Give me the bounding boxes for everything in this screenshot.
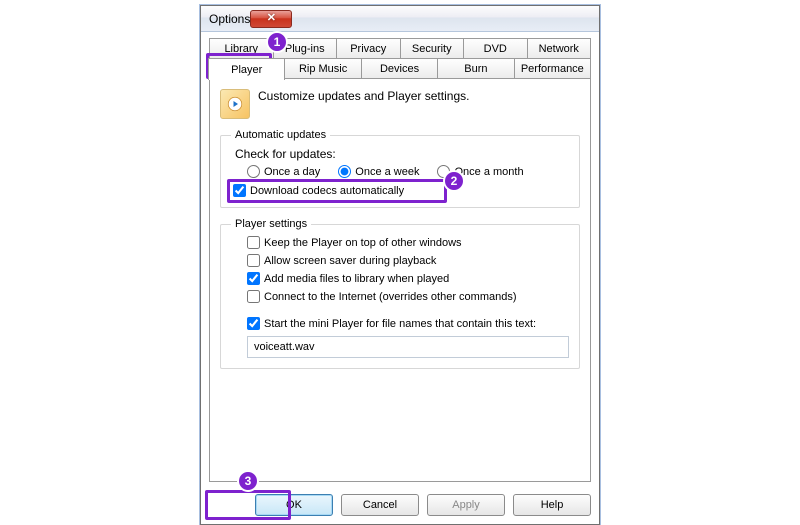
ok-button[interactable]: OK <box>255 494 333 516</box>
checkbox-download-codecs[interactable]: Download codecs automatically <box>233 184 569 197</box>
help-button[interactable]: Help <box>513 494 591 516</box>
tab-rip-music[interactable]: Rip Music <box>284 58 361 78</box>
media-player-icon <box>220 89 250 119</box>
titlebar[interactable]: Options ✕ <box>201 6 599 32</box>
automatic-updates-group: Automatic updates Check for updates: Onc… <box>220 129 580 208</box>
checkbox-connect-internet[interactable]: Connect to the Internet (overrides other… <box>247 290 569 303</box>
player-settings-group: Player settings Keep the Player on top o… <box>220 218 580 369</box>
tab-network[interactable]: Network <box>527 38 592 58</box>
checkbox-keep-on-top[interactable]: Keep the Player on top of other windows <box>247 236 569 249</box>
dialog-content: Library Plug-ins Privacy Security DVD Ne… <box>201 32 599 524</box>
tab-privacy[interactable]: Privacy <box>336 38 401 58</box>
automatic-updates-legend: Automatic updates <box>231 129 330 141</box>
tab-burn[interactable]: Burn <box>437 58 514 78</box>
tabs-row-bottom: Player Rip Music Devices Burn Performanc… <box>209 58 591 79</box>
options-dialog: Options ✕ Library Plug-ins Privacy Secur… <box>200 5 600 525</box>
tab-devices[interactable]: Devices <box>361 58 438 78</box>
close-icon: ✕ <box>267 13 276 24</box>
tab-panel-player: 1 Customize updates and Player settings.… <box>209 78 591 482</box>
annotation-marker-2: 2 <box>443 170 465 192</box>
update-frequency-radios: Once a day Once a week Once a month <box>247 165 569 178</box>
checkbox-screen-saver[interactable]: Allow screen saver during playback <box>247 254 569 267</box>
window-title: Options <box>209 12 250 26</box>
intro-row: Customize updates and Player settings. <box>220 89 580 119</box>
cancel-button[interactable]: Cancel <box>341 494 419 516</box>
checkbox-add-media[interactable]: Add media files to library when played <box>247 272 569 285</box>
tab-security[interactable]: Security <box>400 38 465 58</box>
mini-player-text-input[interactable] <box>247 336 569 358</box>
radio-once-a-week[interactable]: Once a week <box>338 165 419 178</box>
check-for-updates-label: Check for updates: <box>235 147 569 161</box>
tab-library[interactable]: Library <box>209 38 274 58</box>
dialog-button-row: OK Cancel Apply Help 3 <box>209 494 591 516</box>
player-settings-legend: Player settings <box>231 218 311 230</box>
apply-button[interactable]: Apply <box>427 494 505 516</box>
player-settings-checks: Keep the Player on top of other windows … <box>247 236 569 303</box>
close-button[interactable]: ✕ <box>250 10 292 28</box>
annotation-marker-3: 3 <box>237 470 259 492</box>
annotation-marker-1: 1 <box>266 31 288 53</box>
tab-dvd[interactable]: DVD <box>463 38 528 58</box>
tab-player[interactable]: Player <box>208 58 285 80</box>
tab-performance[interactable]: Performance <box>514 58 591 78</box>
radio-once-a-day[interactable]: Once a day <box>247 165 320 178</box>
intro-text: Customize updates and Player settings. <box>258 89 469 103</box>
checkbox-mini-player[interactable]: Start the mini Player for file names tha… <box>247 317 569 330</box>
